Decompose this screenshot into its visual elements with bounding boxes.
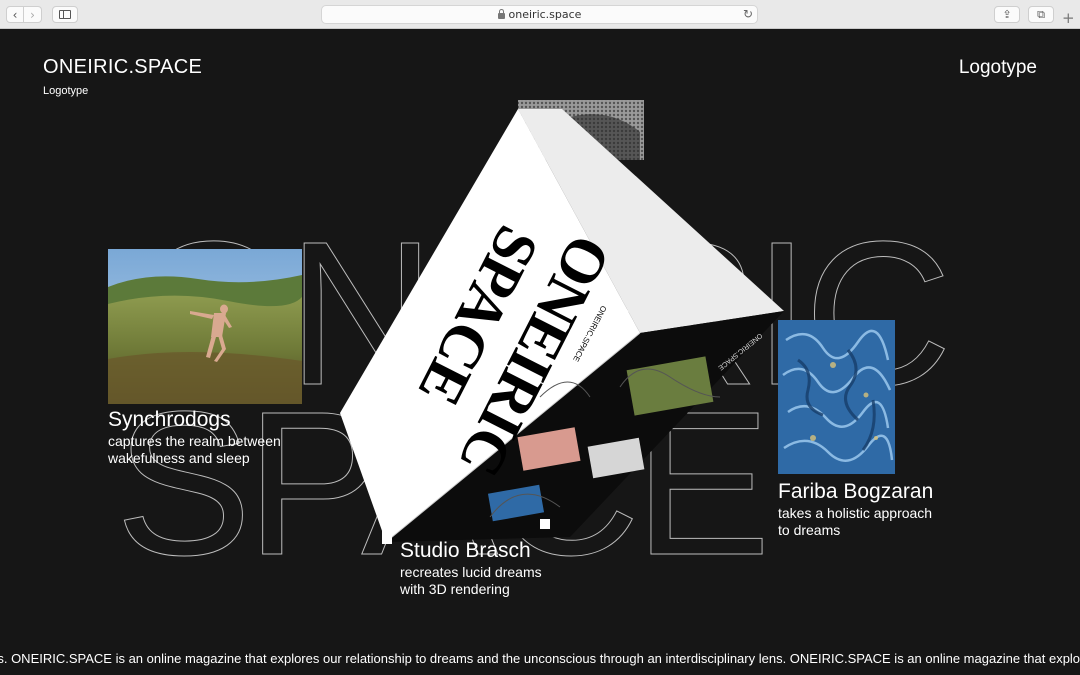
plus-icon: + [1062,9,1075,27]
project-desc: to dreams [778,522,841,538]
project-desc: takes a holistic approach [778,505,933,521]
tabs-overview-icon: ⧉ [1037,7,1045,21]
page-content: ONEIRIC SPACE ONEIRIC.SPACE Logotype Log… [0,29,1080,675]
browser-toolbar: ‹ › oneiric.space ↻ ⇪ ⧉ + [0,0,1080,29]
forward-button[interactable]: › [24,6,42,23]
history-nav: ‹ › [6,6,42,23]
project-studio-brasch[interactable]: Studio Brasch recreates lucid dreams wit… [400,539,542,597]
project-desc: wakefulness and sleep [108,450,250,466]
url-text: oneiric.space [508,8,582,21]
box-barcode [382,530,392,544]
share-icon: ⇪ [1002,8,1012,21]
address-bar[interactable]: oneiric.space ↻ [321,5,758,24]
synchrodogs-photo[interactable] [108,249,302,404]
fariba-bogzaran-artwork[interactable] [778,320,895,474]
back-button[interactable]: ‹ [6,6,24,23]
project-desc: recreates lucid dreams [400,564,542,580]
site-title[interactable]: ONEIRIC.SPACE [43,56,202,79]
project-desc: with 3D rendering [400,581,510,597]
project-name: Synchrodogs [108,408,231,431]
marquee-ticker: lens. ONEIRIC.SPACE is an online magazin… [0,649,1080,669]
oneiric-box-3d[interactable]: ONEIRIC SPACE ONEIRIC.SPACE ONEIRIC.SPAC… [340,97,790,557]
chevron-right-icon: › [30,7,35,22]
project-name: Fariba Bogzaran [778,480,934,503]
chevron-left-icon: ‹ [12,7,18,22]
project-name: Studio Brasch [400,539,531,562]
tabs-overview-button[interactable]: ⧉ [1028,6,1054,23]
site-subtitle: Logotype [43,85,89,97]
sidebar-toggle-button[interactable] [52,6,78,23]
project-fariba-bogzaran[interactable]: Fariba Bogzaran takes a holistic approac… [778,480,933,538]
lock-icon [497,8,505,19]
nav-link-logotype[interactable]: Logotype [959,57,1037,79]
project-desc: captures the realm between [108,433,281,449]
ticker-text: lens. ONEIRIC.SPACE is an online magazin… [0,651,1080,666]
share-button[interactable]: ⇪ [994,6,1020,23]
project-synchrodogs[interactable]: Synchrodogs captures the realm between w… [108,408,281,466]
new-tab-button[interactable]: + [1062,9,1075,27]
sidebar-icon [59,10,71,19]
reload-icon[interactable]: ↻ [743,7,753,21]
